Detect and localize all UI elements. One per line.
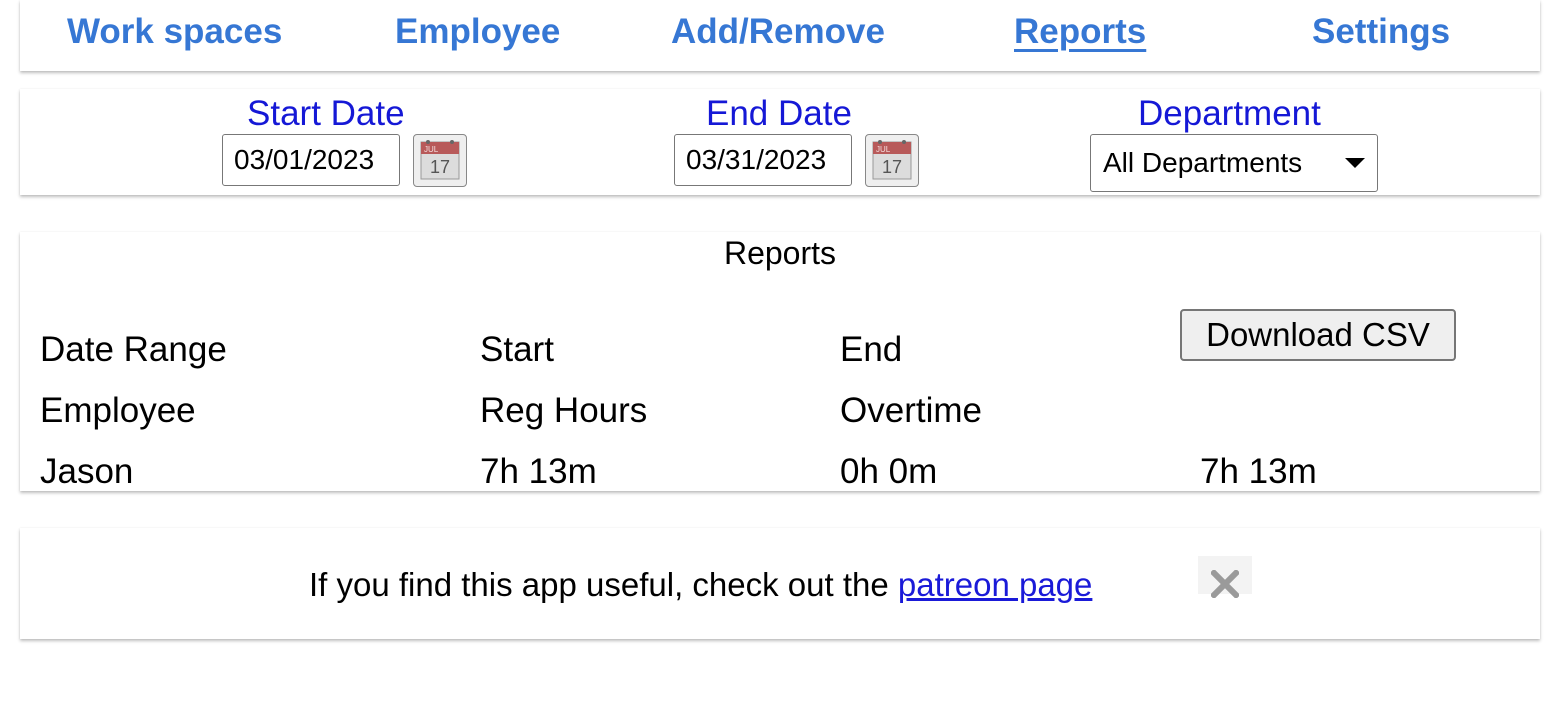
end-date-label: End Date [706,94,852,133]
top-nav: Work spaces Employee Add/Remove Reports … [20,0,1540,71]
banner-close-button[interactable] [1198,556,1252,598]
calendar-day-text: 17 [882,157,902,177]
nav-add-remove[interactable]: Add/Remove [671,12,885,52]
start-date-label: Start Date [247,94,405,133]
calendar-icon: JUL 17 [872,140,912,180]
banner-message: If you find this app useful, check out t… [309,566,1092,604]
calendar-month-text: JUL [876,145,891,154]
department-select[interactable]: All Departments [1090,134,1378,192]
row-overtime: 0h 0m [840,452,938,491]
row-total: 7h 13m [1200,452,1317,491]
nav-employee[interactable]: Employee [395,12,560,52]
row-reg-hours: 7h 13m [480,452,597,491]
row-employee: Jason [40,452,134,491]
download-csv-button[interactable]: Download CSV [1180,309,1456,361]
department-selected-value: All Departments [1103,147,1303,178]
calendar-day-text: 17 [430,157,450,177]
patreon-banner: If you find this app useful, check out t… [20,528,1540,639]
reports-panel: Reports Date Range Start End Download CS… [20,232,1540,491]
calendar-month-text: JUL [424,145,439,154]
header-overtime: Overtime [840,391,982,430]
start-date-input[interactable] [222,134,400,186]
close-icon [1211,570,1239,598]
start-date-calendar-button[interactable]: JUL 17 [413,134,467,187]
filters-panel: Start Date JUL 17 End Date JUL 17 Depart… [20,89,1540,195]
nav-reports[interactable]: Reports [1014,12,1146,52]
patreon-link[interactable]: patreon page [898,566,1093,603]
end-label: End [840,330,903,369]
header-employee: Employee [40,391,196,430]
department-label: Department [1138,94,1321,133]
calendar-icon: JUL 17 [420,140,460,180]
end-date-input[interactable] [674,134,852,186]
start-label: Start [480,330,554,369]
dropdown-arrow-icon [1345,158,1365,168]
banner-text: If you find this app useful, check out t… [309,566,898,603]
nav-settings[interactable]: Settings [1312,12,1450,52]
header-reg-hours: Reg Hours [480,391,648,430]
nav-work-spaces[interactable]: Work spaces [67,12,282,52]
reports-title: Reports [723,235,837,271]
date-range-label: Date Range [40,330,227,369]
end-date-calendar-button[interactable]: JUL 17 [865,134,919,187]
